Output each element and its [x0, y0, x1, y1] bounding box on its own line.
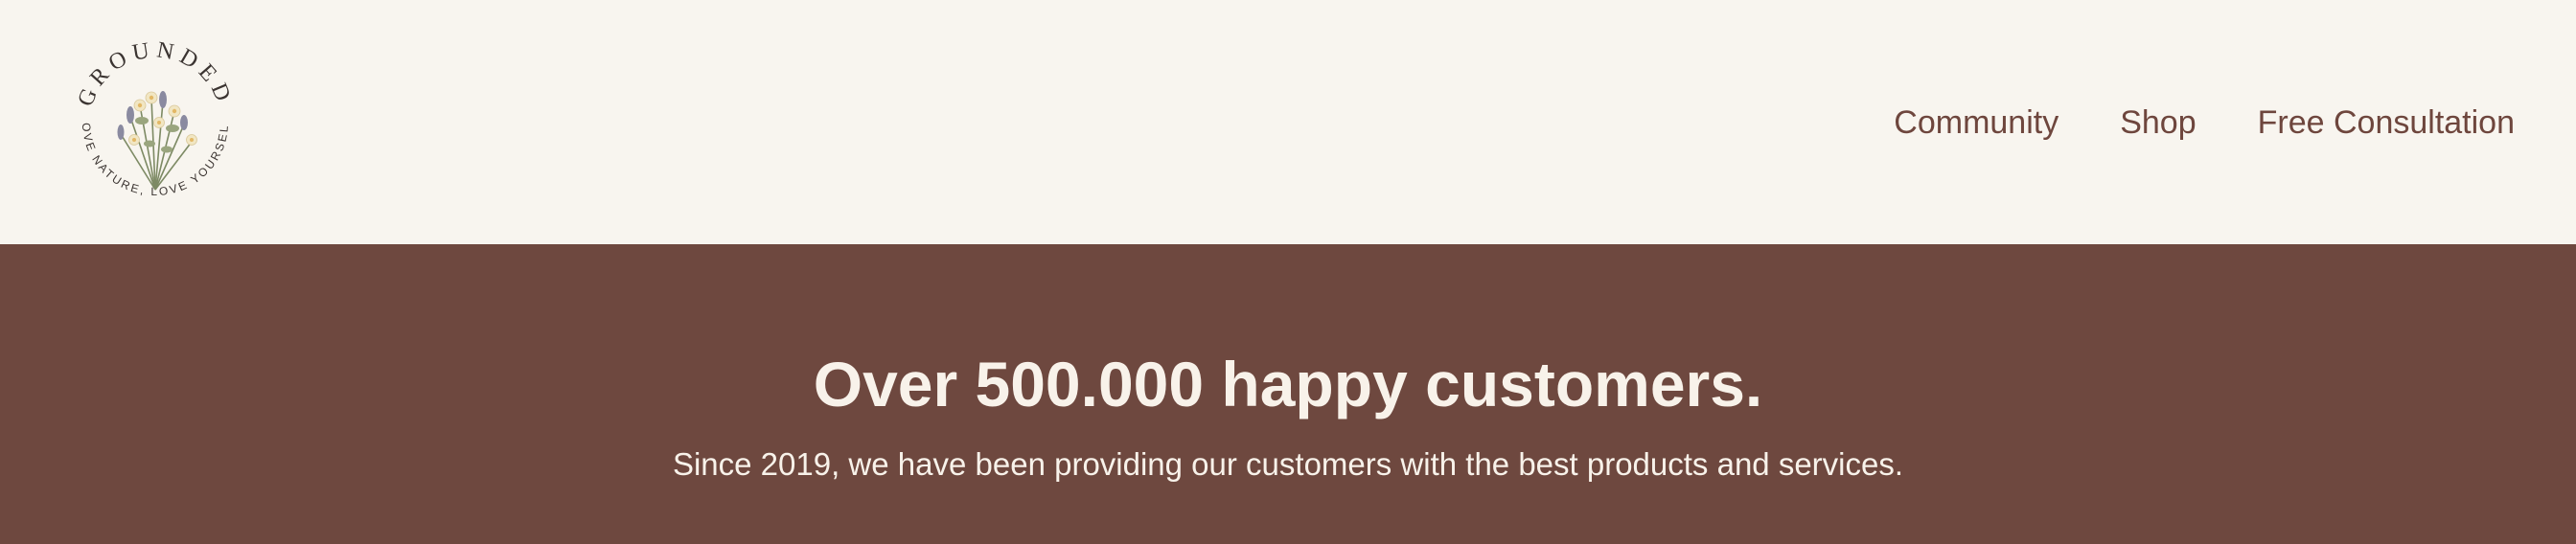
hero-subtitle: Since 2019, we have been providing our c…	[672, 446, 1904, 482]
site-header: GROUNDED LOVE NATURE, LOVE YOURSELF	[0, 0, 2576, 244]
main-nav: Community Shop Free Consultation	[1894, 100, 2515, 146]
nav-link-free-consultation[interactable]: Free Consultation	[2258, 100, 2515, 146]
nav-link-shop[interactable]: Shop	[2120, 100, 2196, 146]
page: GROUNDED LOVE NATURE, LOVE YOURSELF	[0, 0, 2576, 544]
hero-title: Over 500.000 happy customers.	[813, 349, 1763, 419]
wildflower-bouquet-icon	[117, 91, 197, 191]
logo-emblem: GROUNDED LOVE NATURE, LOVE YOURSELF	[61, 29, 232, 198]
brand-logo[interactable]: GROUNDED LOVE NATURE, LOVE YOURSELF	[61, 29, 249, 216]
hero-banner: Over 500.000 happy customers. Since 2019…	[0, 244, 2576, 544]
nav-link-community[interactable]: Community	[1894, 100, 2058, 146]
